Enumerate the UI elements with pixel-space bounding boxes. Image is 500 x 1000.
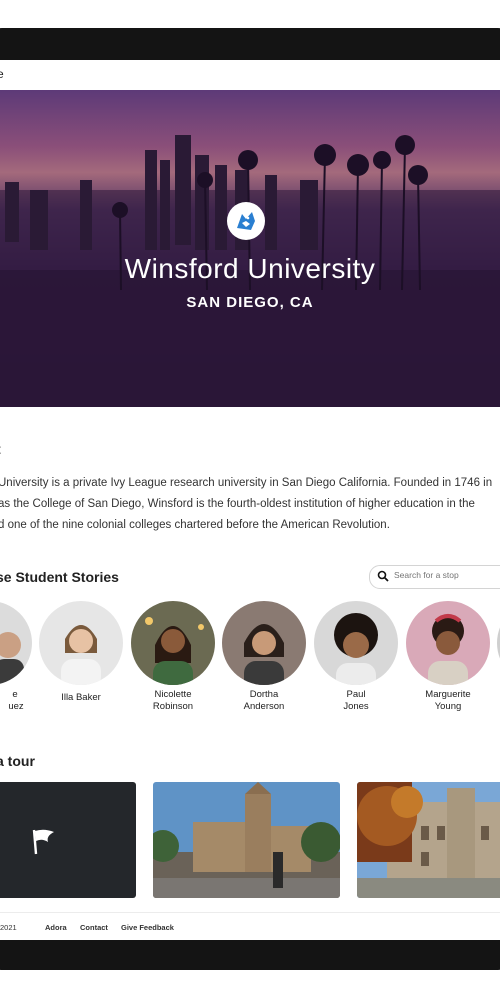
story-card[interactable]: Illa Baker [39, 601, 123, 704]
story-card[interactable]: Marguerite Young [406, 601, 490, 713]
student-avatar [222, 601, 306, 685]
about-heading: t [0, 441, 1, 457]
copyright-text: 2021 [0, 923, 17, 932]
student-last-name: Anderson [243, 701, 285, 712]
footer-link-contact[interactable]: Contact [80, 923, 108, 932]
student-first-name: Illa Baker [61, 692, 101, 703]
tour-card[interactable] [153, 782, 340, 898]
campus-tower-image [153, 782, 340, 898]
footer-link-feedback[interactable]: Give Feedback [121, 923, 174, 932]
campus-building-image [357, 782, 500, 898]
student-first-name: Nicolette [154, 689, 192, 700]
university-name: Winsford University [124, 253, 376, 284]
screen: e Winsford University SAN DIEGO, CA Univ… [0, 60, 500, 940]
student-last-name: Robinson [152, 701, 194, 712]
city-skyline-image [0, 135, 500, 407]
footer-link-adora[interactable]: Adora [45, 923, 67, 932]
university-location: SAN DIEGO, CA [186, 294, 314, 311]
student-avatar [314, 601, 398, 685]
university-logo[interactable] [227, 202, 265, 240]
student-last-name: Young [434, 701, 462, 712]
student-avatar [0, 601, 32, 685]
student-avatar [39, 601, 123, 685]
hero-banner: Winsford University SAN DIEGO, CA [0, 90, 500, 407]
about-line: University is a private Ivy League resea… [0, 477, 493, 489]
about-line: as the College of San Diego, Winsford is… [0, 498, 475, 510]
tour-card[interactable] [357, 782, 500, 898]
student-last-name: uez [8, 701, 24, 712]
about-line: d one of the nine colonial colleges char… [0, 519, 390, 531]
student-avatar [406, 601, 490, 685]
student-first-name: Paul [346, 689, 366, 700]
about-text: University is a private Ivy League resea… [0, 473, 500, 536]
search-input[interactable] [392, 569, 500, 581]
student-stories-heading: se Student Stories [0, 569, 119, 585]
search-icon [377, 570, 389, 582]
top-bar-title[interactable]: e [0, 67, 4, 81]
student-first-name: Marguerite [425, 689, 471, 700]
story-card[interactable]: e uez [0, 601, 32, 713]
student-avatar [131, 601, 215, 685]
student-stories-carousel: e uez Illa Baker Nicolette Robinson Dort… [0, 601, 500, 721]
student-first-name: Dortha [249, 689, 279, 700]
flag-icon [32, 829, 54, 855]
tour-heading: a tour [0, 753, 35, 769]
story-card[interactable]: Nicolette Robinson [131, 601, 215, 713]
story-card[interactable]: Dortha Anderson [222, 601, 306, 713]
story-card[interactable]: Paul Jones [314, 601, 398, 713]
story-search-box[interactable] [369, 565, 500, 589]
tour-card[interactable] [0, 782, 136, 898]
site-footer: 2021 Adora Contact Give Feedback [0, 912, 500, 940]
student-last-name: Jones [343, 701, 369, 712]
top-bar: e [0, 60, 500, 91]
student-first-name: e [12, 689, 18, 700]
wolf-logo-icon [237, 212, 255, 230]
